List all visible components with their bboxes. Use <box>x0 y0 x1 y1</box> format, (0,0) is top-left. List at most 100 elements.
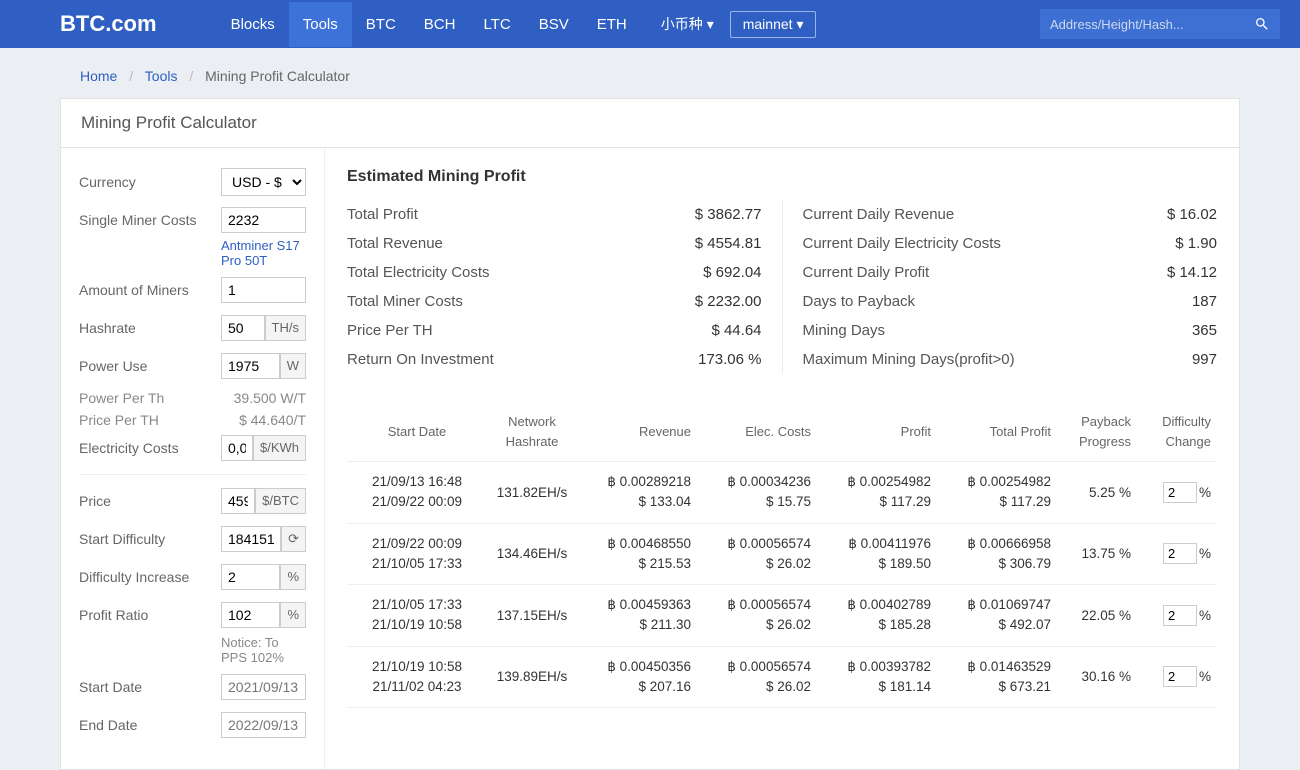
cell-profit: ฿ 0.00393782$ 181.14 <box>823 657 931 698</box>
nav-blocks[interactable]: Blocks <box>217 2 289 47</box>
profit-ratio-unit: % <box>280 602 306 628</box>
amount-miners-input[interactable] <box>221 277 306 303</box>
nav-ltc[interactable]: LTC <box>469 2 524 47</box>
difficulty-increase-label: Difficulty Increase <box>79 569 221 585</box>
cell-payback: 22.05 % <box>1057 608 1137 623</box>
difficulty-increase-input[interactable] <box>221 564 280 590</box>
electricity-unit: $/KWh <box>253 435 306 461</box>
start-date-input[interactable] <box>221 674 306 700</box>
cell-revenue: ฿ 0.00468550$ 215.53 <box>583 534 691 575</box>
price-per-th-label: Price Per TH <box>79 412 159 428</box>
pct-suffix: % <box>1199 608 1211 623</box>
nav-small-coins[interactable]: 小币种▾ <box>661 14 714 34</box>
difficulty-change-input[interactable] <box>1163 543 1197 564</box>
summary-label: Mining Days <box>803 322 886 339</box>
difficulty-change-input[interactable] <box>1163 666 1197 687</box>
cell-hashrate: 137.15EH/s <box>487 608 577 623</box>
electricity-costs-input[interactable] <box>221 435 253 461</box>
cell-hashrate: 131.82EH/s <box>487 485 577 500</box>
summary-value: $ 2232.00 <box>695 293 762 310</box>
summary-label: Total Revenue <box>347 235 443 252</box>
summary-value: 997 <box>1192 351 1217 368</box>
cell-total-profit: ฿ 0.00254982$ 117.29 <box>943 472 1051 513</box>
nav-links: Blocks Tools BTC BCH LTC BSV ETH <box>217 2 641 47</box>
summary-value: $ 14.12 <box>1167 264 1217 281</box>
summary-value: 173.06 % <box>698 351 761 368</box>
search-icon[interactable] <box>1254 16 1270 32</box>
cell-payback: 13.75 % <box>1057 546 1137 561</box>
th-network-hashrate: NetworkHashrate <box>487 412 577 451</box>
summary-label: Total Profit <box>347 206 418 223</box>
cell-hashrate: 134.46EH/s <box>487 546 577 561</box>
currency-select[interactable]: USD - $ <box>221 168 306 196</box>
summary-label: Maximum Mining Days(profit>0) <box>803 351 1015 368</box>
miner-model-link[interactable]: Antminer S17 Pro 50T <box>221 238 306 268</box>
breadcrumb-tools[interactable]: Tools <box>145 68 178 84</box>
summary-label: Total Miner Costs <box>347 293 463 310</box>
nav-bch[interactable]: BCH <box>410 2 470 47</box>
breadcrumb-current: Mining Profit Calculator <box>205 68 350 84</box>
cell-date-range: 21/10/19 10:5821/11/02 04:23 <box>353 657 481 698</box>
summary-label: Total Electricity Costs <box>347 264 490 281</box>
summary-value: $ 4554.81 <box>695 235 762 252</box>
breadcrumb: Home / Tools / Mining Profit Calculator <box>60 48 1240 98</box>
hashrate-unit: TH/s <box>265 315 306 341</box>
start-date-label: Start Date <box>79 679 221 695</box>
pps-notice: Notice: To PPS 102% <box>221 635 306 665</box>
summary-label: Current Daily Profit <box>803 264 930 281</box>
price-input[interactable] <box>221 488 255 514</box>
summary-value: 365 <box>1192 322 1217 339</box>
nav-eth[interactable]: ETH <box>583 2 641 47</box>
caret-down-icon: ▾ <box>796 16 803 32</box>
cell-payback: 30.16 % <box>1057 669 1137 684</box>
summary-heading: Estimated Mining Profit <box>347 168 1217 186</box>
hashrate-input[interactable] <box>221 315 265 341</box>
breadcrumb-home[interactable]: Home <box>80 68 117 84</box>
nav-btc[interactable]: BTC <box>352 2 410 47</box>
results-panel: Estimated Mining Profit Total Profit$ 38… <box>325 148 1239 769</box>
summary-label: Current Daily Revenue <box>803 206 955 223</box>
single-miner-costs-input[interactable] <box>221 207 306 233</box>
cell-elec-costs: ฿ 0.00056574$ 26.02 <box>703 657 811 698</box>
profit-ratio-input[interactable] <box>221 602 280 628</box>
table-header: Start Date NetworkHashrate Revenue Elec.… <box>347 402 1217 462</box>
power-use-input[interactable] <box>221 353 280 379</box>
network-selector[interactable]: mainnet ▾ <box>730 11 817 38</box>
summary-value: $ 16.02 <box>1167 206 1217 223</box>
nav-bsv[interactable]: BSV <box>525 2 583 47</box>
summary-label: Price Per TH <box>347 322 433 339</box>
summary-right: Current Daily Revenue $ 16.02 Current Dail… <box>783 200 1218 374</box>
th-payback: PaybackProgress <box>1057 412 1137 451</box>
table-row: 21/10/05 17:3321/10/19 10:58 137.15EH/s ฿ … <box>347 585 1217 647</box>
search-input[interactable] <box>1050 17 1254 32</box>
calculator-form: Currency USD - $ Single Miner Costs Antm… <box>61 148 325 769</box>
cell-revenue: ฿ 0.00289218$ 133.04 <box>583 472 691 513</box>
search-box[interactable] <box>1040 9 1280 39</box>
summary-value: $ 1.90 <box>1175 235 1217 252</box>
cell-date-range: 21/09/22 00:0921/10/05 17:33 <box>353 534 481 575</box>
cell-hashrate: 139.89EH/s <box>487 669 577 684</box>
logo[interactable]: BTC.com <box>60 11 157 37</box>
pct-suffix: % <box>1199 546 1211 561</box>
refresh-icon[interactable]: ⟳ <box>281 526 306 552</box>
cell-total-profit: ฿ 0.01463529$ 673.21 <box>943 657 1051 698</box>
price-label: Price <box>79 493 221 509</box>
difficulty-change-input[interactable] <box>1163 482 1197 503</box>
nav-tools[interactable]: Tools <box>289 2 352 47</box>
cell-profit: ฿ 0.00402789$ 185.28 <box>823 595 931 636</box>
amount-miners-label: Amount of Miners <box>79 282 221 298</box>
cell-date-range: 21/10/05 17:3321/10/19 10:58 <box>353 595 481 636</box>
cell-revenue: ฿ 0.00459363$ 211.30 <box>583 595 691 636</box>
table-row: 21/09/22 00:0921/10/05 17:33 134.46EH/s ฿ … <box>347 524 1217 586</box>
top-navbar: BTC.com Blocks Tools BTC BCH LTC BSV ETH… <box>0 0 1300 48</box>
start-difficulty-label: Start Difficulty <box>79 531 221 547</box>
end-date-input[interactable] <box>221 712 306 738</box>
table-row: 21/10/19 10:5821/11/02 04:23 139.89EH/s ฿ … <box>347 647 1217 709</box>
profit-table: Start Date NetworkHashrate Revenue Elec.… <box>347 402 1217 708</box>
start-difficulty-input[interactable] <box>221 526 281 552</box>
hashrate-label: Hashrate <box>79 320 221 336</box>
electricity-costs-label: Electricity Costs <box>79 440 221 456</box>
power-per-th-value: 39.500 W/T <box>234 390 306 406</box>
difficulty-change-input[interactable] <box>1163 605 1197 626</box>
pct-suffix: % <box>1199 669 1211 684</box>
